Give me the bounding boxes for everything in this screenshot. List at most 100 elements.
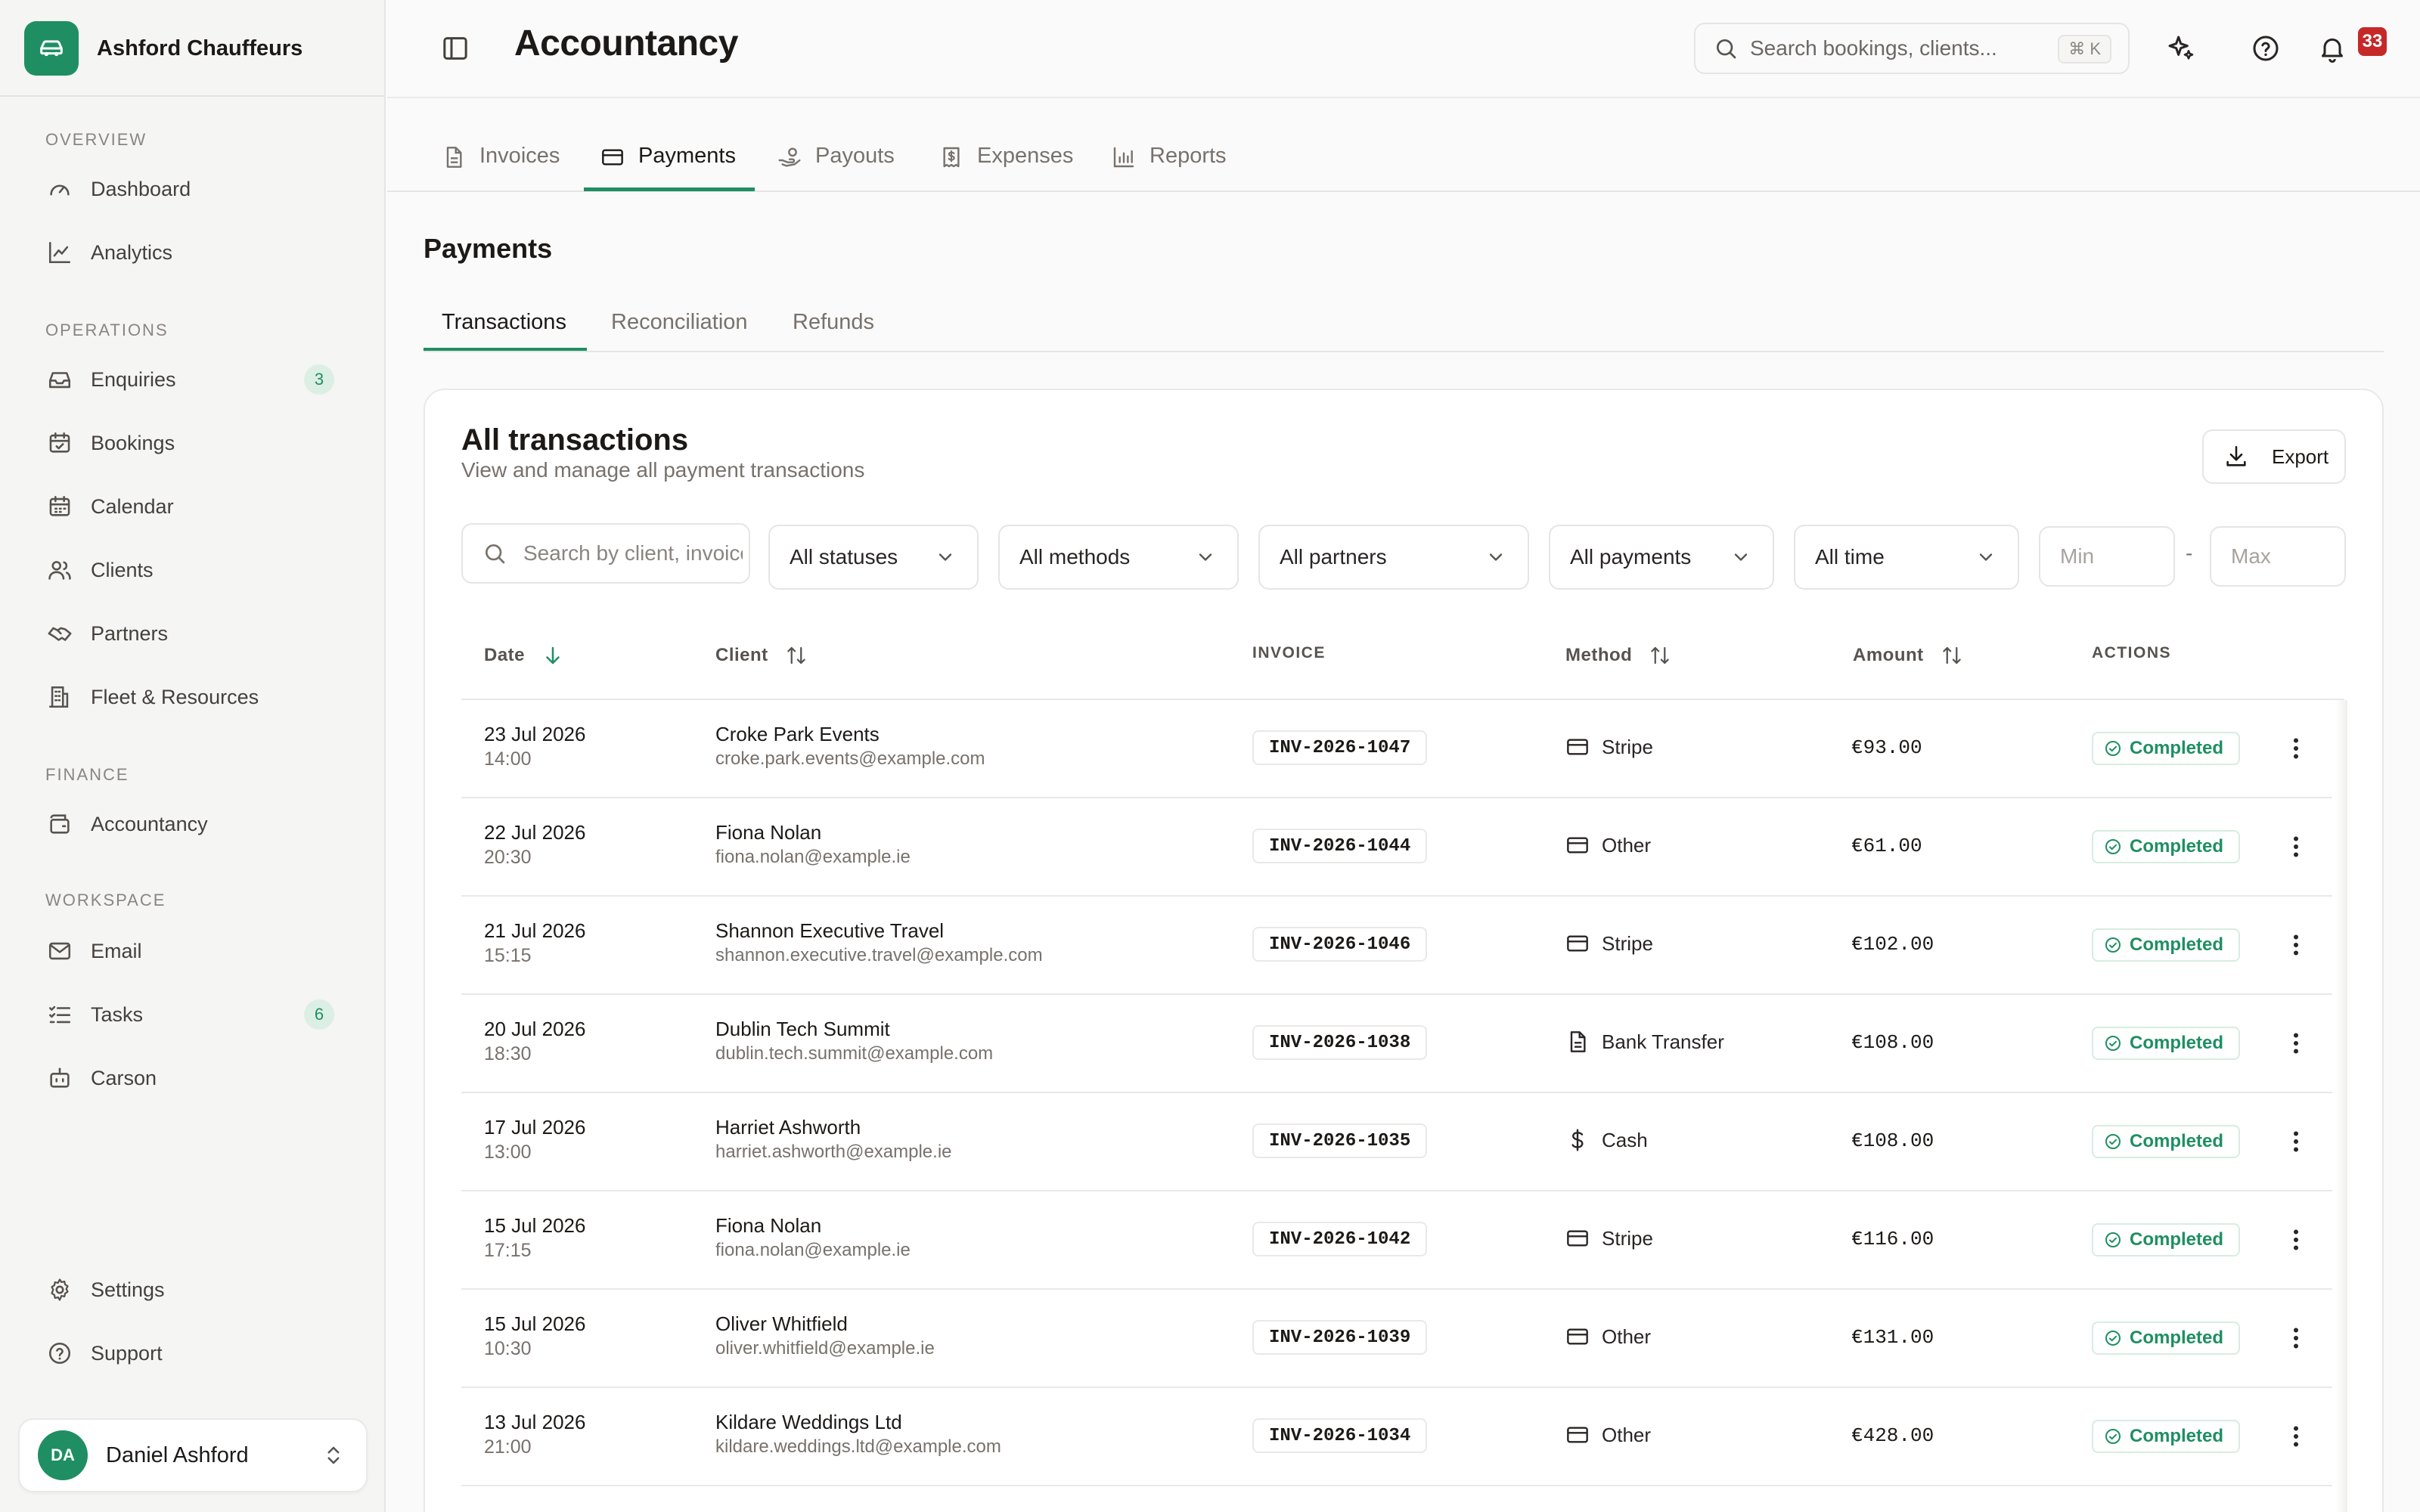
invoice-number-link[interactable]: INV-2026-1042 [1252,1222,1428,1256]
row-method: Other [1565,1423,1651,1447]
more-vertical-icon[interactable] [2282,833,2310,860]
count-badge: 6 [304,999,334,1030]
subtab-reconciliation[interactable]: Reconciliation [611,310,748,335]
min-amount-input[interactable]: Min [2039,526,2175,587]
table-row[interactable]: 20 Jul 2026 18:30 Dublin Tech Summit dublin… [461,995,2332,1093]
table-row[interactable]: 15 Jul 2026 17:15 Fiona Nolan fiona.nolan@e… [461,1191,2332,1290]
row-client-email: dublin.tech.summit@example.com [715,1043,994,1064]
sidebar-item-label: Enquiries [91,367,176,391]
more-vertical-icon[interactable] [2282,1423,2310,1450]
more-vertical-icon[interactable] [2282,1128,2310,1155]
column-header-amount[interactable]: Amount [1853,644,1963,667]
credit-card-icon [1565,1325,1590,1349]
invoice-number-link[interactable]: INV-2026-1035 [1252,1123,1428,1158]
row-client-name: Oliver Whitfield [715,1312,848,1335]
row-client-name: Fiona Nolan [715,821,822,844]
check-circle-icon [2104,838,2122,856]
tab-label: Payments [638,144,736,168]
credit-card-icon [1565,833,1590,857]
sidebar-item-email[interactable]: Email [30,927,355,975]
sidebar-item-accountancy[interactable]: Accountancy [30,800,355,848]
invoice-number-link[interactable]: INV-2026-1034 [1252,1418,1428,1453]
sidebar-item-tasks[interactable]: Tasks 6 [30,990,355,1039]
max-amount-input[interactable]: Max [2210,526,2346,587]
invoice-number-link[interactable]: INV-2026-1044 [1252,829,1428,863]
table-row[interactable]: 23 Jul 2026 14:00 Croke Park Events croke.p… [461,700,2332,798]
row-time: 18:30 [484,1043,532,1064]
bell-icon[interactable] [2317,33,2347,64]
help-circle-icon[interactable] [2251,33,2281,64]
row-date: 15 Jul 2026 [484,1312,586,1335]
method-label: Stripe [1602,1226,1653,1250]
sidebar-item-partners[interactable]: Partners [30,609,355,658]
method-label: Bank Transfer [1602,1030,1724,1053]
status-filter-select[interactable]: All statuses [768,525,979,590]
invoice-number-link[interactable]: INV-2026-1039 [1252,1320,1428,1355]
table-row[interactable]: 15 Jul 2026 10:30 Oliver Whitfield oliver.w… [461,1290,2332,1388]
user-menu[interactable]: DA Daniel Ashford [18,1418,368,1492]
time-filter-select[interactable]: All time [1794,525,2019,590]
status-badge: Completed [2092,1420,2241,1453]
subtab-transactions[interactable]: Transactions [442,310,566,335]
sidebar: Ashford Chauffeurs OVERVIEW Dashboard An… [0,0,386,1512]
sidebar-item-label: Clients [91,558,154,581]
card-title: All transactions [461,423,689,457]
sidebar-item-fleet-resources[interactable]: Fleet & Resources [30,673,355,721]
more-vertical-icon[interactable] [2282,1030,2310,1057]
sidebar-item-clients[interactable]: Clients [30,546,355,594]
table-row[interactable]: 13 Jul 2026 21:00 Kildare Weddings Ltd kild… [461,1388,2332,1486]
sort-icon [1649,644,1671,667]
table-scroll-edge [2335,700,2347,1512]
more-vertical-icon[interactable] [2282,1325,2310,1352]
column-header-date[interactable]: Date [484,644,564,667]
sidebar-toggle-icon[interactable] [440,33,470,64]
brand[interactable]: Ashford Chauffeurs [24,21,302,76]
row-client-name: Shannon Executive Travel [715,919,945,942]
method-filter-select[interactable]: All methods [998,525,1239,590]
sidebar-item-calendar[interactable]: Calendar [30,482,355,531]
file-text-icon [442,145,466,169]
sidebar-item-bookings[interactable]: Bookings [30,419,355,467]
table-row[interactable]: 22 Jul 2026 20:30 Fiona Nolan fiona.nolan@e… [461,798,2332,897]
export-button[interactable]: Export [2202,429,2346,484]
tab-payouts[interactable]: Payouts [777,144,895,192]
more-vertical-icon[interactable] [2282,735,2310,762]
invoice-number-link[interactable]: INV-2026-1046 [1252,927,1428,962]
row-method: Other [1565,833,1651,857]
sidebar-item-enquiries[interactable]: Enquiries 3 [30,355,355,404]
sidebar-item-carson[interactable]: Carson [30,1054,355,1102]
sidebar-item-label: Partners [91,621,169,645]
sidebar-item-analytics[interactable]: Analytics [30,228,355,277]
payment-filter-select[interactable]: All payments [1549,525,1774,590]
row-method: Stripe [1565,1226,1653,1250]
sparkles-icon[interactable] [2166,33,2196,64]
chevron-down-icon [935,547,956,568]
users-icon [48,561,71,580]
column-header-client[interactable]: Client [715,644,808,667]
transaction-search-input[interactable]: Search by client, invoice... [461,523,750,584]
invoice-number-link[interactable]: INV-2026-1047 [1252,730,1428,765]
sidebar-item-support[interactable]: Support [30,1329,355,1377]
table-row[interactable]: 21 Jul 2026 15:15 Shannon Executive Travel… [461,897,2332,995]
tab-expenses[interactable]: Expenses [939,144,1073,192]
tab-invoices[interactable]: Invoices [442,144,560,192]
sidebar-item-settings[interactable]: Settings [30,1266,355,1314]
tab-reports[interactable]: Reports [1112,144,1227,192]
column-header-method[interactable]: Method [1565,644,1671,667]
table-row[interactable]: 17 Jul 2026 13:00 Harriet Ashworth harriet.… [461,1093,2332,1191]
partner-filter-select[interactable]: All partners [1258,525,1529,590]
global-search-input[interactable]: Search bookings, clients... ⌘ K [1694,23,2130,74]
more-vertical-icon[interactable] [2282,931,2310,959]
invoice-number-link[interactable]: INV-2026-1038 [1252,1025,1428,1060]
tab-payments[interactable]: Payments [600,144,736,192]
more-vertical-icon[interactable] [2282,1226,2310,1253]
wallet-icon [50,814,70,834]
arrow-down-icon [546,646,560,665]
active-tab-indicator [584,187,755,191]
line-chart-icon [48,241,71,264]
search-icon [1714,36,1738,60]
row-amount: €131.00 [1851,1326,1934,1349]
subtab-refunds[interactable]: Refunds [793,310,874,335]
sidebar-item-label: Settings [91,1278,165,1301]
sidebar-item-dashboard[interactable]: Dashboard [30,165,355,213]
